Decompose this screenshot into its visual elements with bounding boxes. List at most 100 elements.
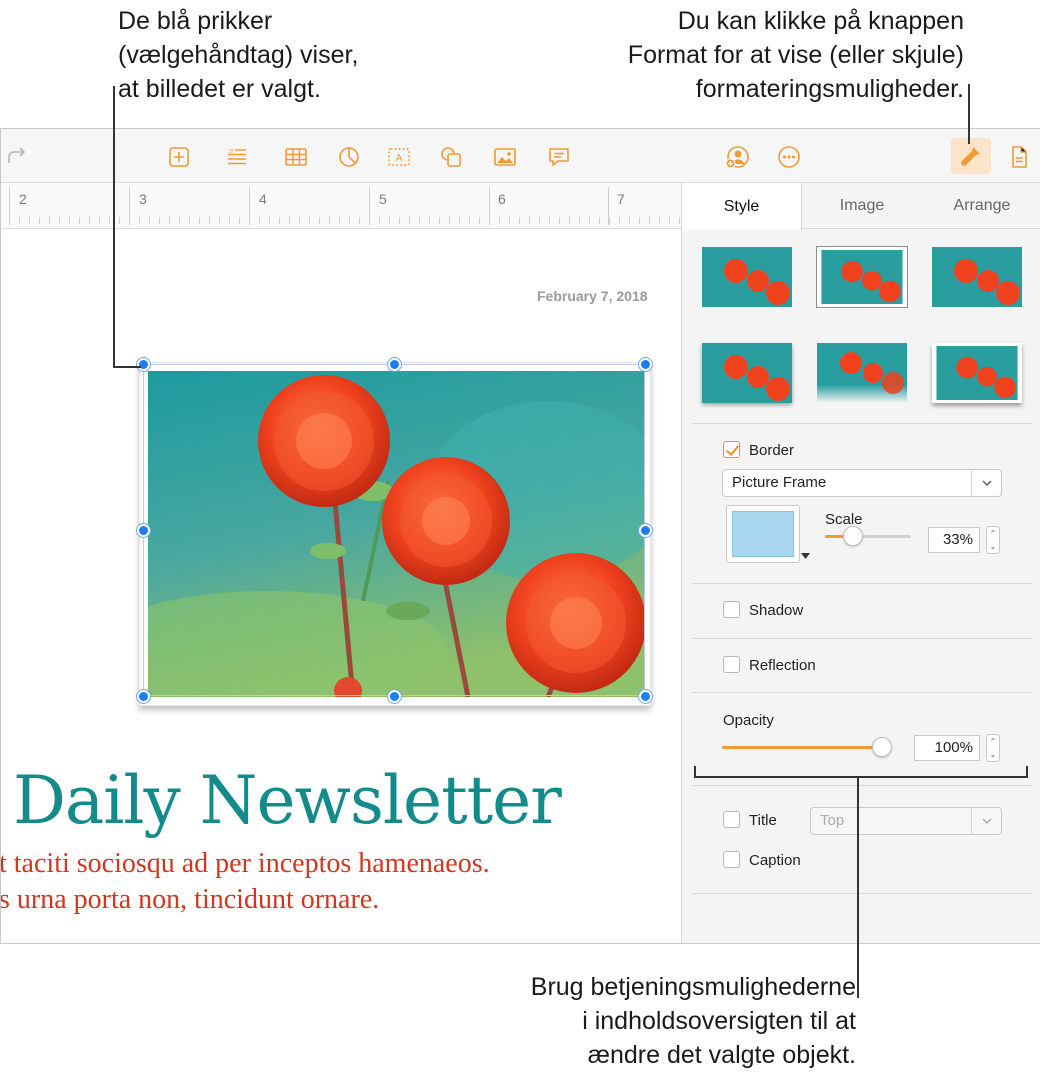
ruler-tick (639, 217, 640, 224)
shadow-checkbox[interactable] (723, 601, 740, 618)
style-preset-6[interactable] (932, 343, 1022, 403)
collaborate-icon[interactable] (723, 143, 751, 171)
document-icon[interactable] (1005, 143, 1033, 171)
border-color-swatch (732, 511, 794, 557)
ruler-tick (359, 217, 360, 224)
ruler-tick (209, 217, 210, 224)
style-preset-5[interactable] (817, 343, 907, 403)
chevron-down-icon (971, 808, 1001, 834)
tab-image[interactable]: Image (802, 183, 922, 229)
tab-arrange[interactable]: Arrange (922, 183, 1040, 229)
format-icon[interactable] (951, 138, 991, 174)
selection-handle-bottom-right[interactable] (639, 690, 652, 703)
ruler-number: 6 (498, 191, 506, 207)
ruler-tick (219, 217, 220, 224)
tab-style[interactable]: Style (682, 183, 802, 230)
ruler-tick (389, 217, 390, 224)
title-checkbox[interactable] (723, 811, 740, 828)
newsletter-date: February 7, 2018 (537, 288, 648, 304)
insert-list-icon[interactable] (223, 143, 251, 171)
ruler-tick (49, 217, 50, 224)
ruler-tick (649, 217, 650, 224)
caption-label: Caption (749, 852, 801, 869)
divider (692, 423, 1032, 424)
scale-slider-knob[interactable] (843, 526, 864, 546)
callout-leader (857, 776, 859, 998)
selection-handle-top-left[interactable] (137, 358, 150, 371)
ruler-tick (369, 217, 370, 224)
media-icon[interactable] (491, 143, 519, 171)
comment-icon[interactable] (545, 143, 573, 171)
document-canvas[interactable]: February 7, 2018 Daily Newsletter t taci… (1, 230, 681, 943)
style-preset-2[interactable] (816, 246, 908, 308)
chevron-down-icon (971, 470, 1001, 496)
opacity-field[interactable]: 100% (914, 735, 980, 761)
table-icon[interactable] (282, 143, 310, 171)
scale-stepper[interactable]: ⌃ ⌄ (986, 526, 1000, 554)
ruler-tick (109, 217, 110, 224)
ruler-tick (149, 217, 150, 224)
callout-line: (vælgehåndtag) viser, (118, 41, 359, 69)
ruler-tick (339, 217, 340, 224)
border-color-well[interactable] (726, 505, 800, 563)
ruler-tick (259, 217, 260, 224)
selection-handle-left[interactable] (137, 524, 150, 537)
ruler-tick (229, 217, 230, 224)
ruler-number: 2 (19, 191, 27, 207)
divider (692, 583, 1032, 584)
ruler-tick (499, 217, 500, 224)
color-dropdown-arrow-icon[interactable] (801, 553, 810, 559)
shape-icon[interactable] (437, 143, 465, 171)
selection-handle-bottom[interactable] (388, 690, 401, 703)
body-text-line[interactable]: s urna porta non, tincidunt ornare. (1, 884, 379, 916)
ruler-number: 3 (139, 191, 147, 207)
ruler-tick (189, 217, 190, 224)
opacity-stepper[interactable]: ⌃ ⌄ (986, 734, 1000, 762)
selection-handle-bottom-left[interactable] (137, 690, 150, 703)
ruler-tick (69, 217, 70, 224)
divider (692, 893, 1032, 894)
selection-handle-top[interactable] (388, 358, 401, 371)
opacity-slider-knob[interactable] (872, 737, 892, 757)
ruler-tick (529, 217, 530, 224)
opacity-slider[interactable] (722, 737, 892, 757)
newsletter-headline[interactable]: Daily Newsletter (13, 762, 562, 839)
reflection-label: Reflection (749, 657, 816, 674)
ruler-tick (479, 217, 480, 224)
ruler-tick (569, 217, 570, 224)
callout-line: i indholdsoversigten til at (582, 1007, 856, 1035)
redo-icon[interactable] (3, 143, 31, 171)
border-checkbox[interactable] (723, 441, 740, 458)
ruler-tick (669, 217, 670, 224)
ruler-tick (269, 217, 270, 224)
ruler-tick (279, 217, 280, 224)
ruler-tick (579, 217, 580, 224)
shadow-label: Shadow (749, 602, 804, 619)
style-preset-3[interactable] (932, 247, 1022, 307)
selection-handle-right[interactable] (639, 524, 652, 537)
callout-selection-handles: De blå prikker (vælgehåndtag) viser, at … (118, 4, 358, 106)
reflection-checkbox[interactable] (723, 656, 740, 673)
ruler-tick (249, 217, 250, 224)
chart-icon[interactable] (335, 143, 363, 171)
caption-checkbox[interactable] (723, 851, 740, 868)
selection-handle-top-right[interactable] (639, 358, 652, 371)
ruler-tick (589, 217, 590, 224)
style-preset-1[interactable] (702, 247, 792, 307)
ruler-tick (119, 217, 120, 224)
ruler-tick (299, 217, 300, 224)
format-sidebar: Style Image Arrange Border Picture Frame… (681, 183, 1040, 943)
ruler-tick (239, 217, 240, 224)
scale-slider[interactable] (825, 526, 911, 546)
style-preset-4[interactable] (702, 343, 792, 403)
ruler-tick (459, 217, 460, 224)
body-text-line[interactable]: t taciti sociosqu ad per inceptos hamena… (1, 848, 490, 880)
border-style-select[interactable]: Picture Frame (722, 469, 1002, 497)
scale-field[interactable]: 33% (928, 527, 980, 553)
add-page-icon[interactable] (165, 143, 193, 171)
ruler-tick (89, 217, 90, 224)
more-icon[interactable] (775, 143, 803, 171)
ruler[interactable]: 2 3 4 5 6 7 (1, 183, 681, 229)
text-box-icon[interactable]: A (385, 143, 413, 171)
ruler-tick (539, 217, 540, 224)
